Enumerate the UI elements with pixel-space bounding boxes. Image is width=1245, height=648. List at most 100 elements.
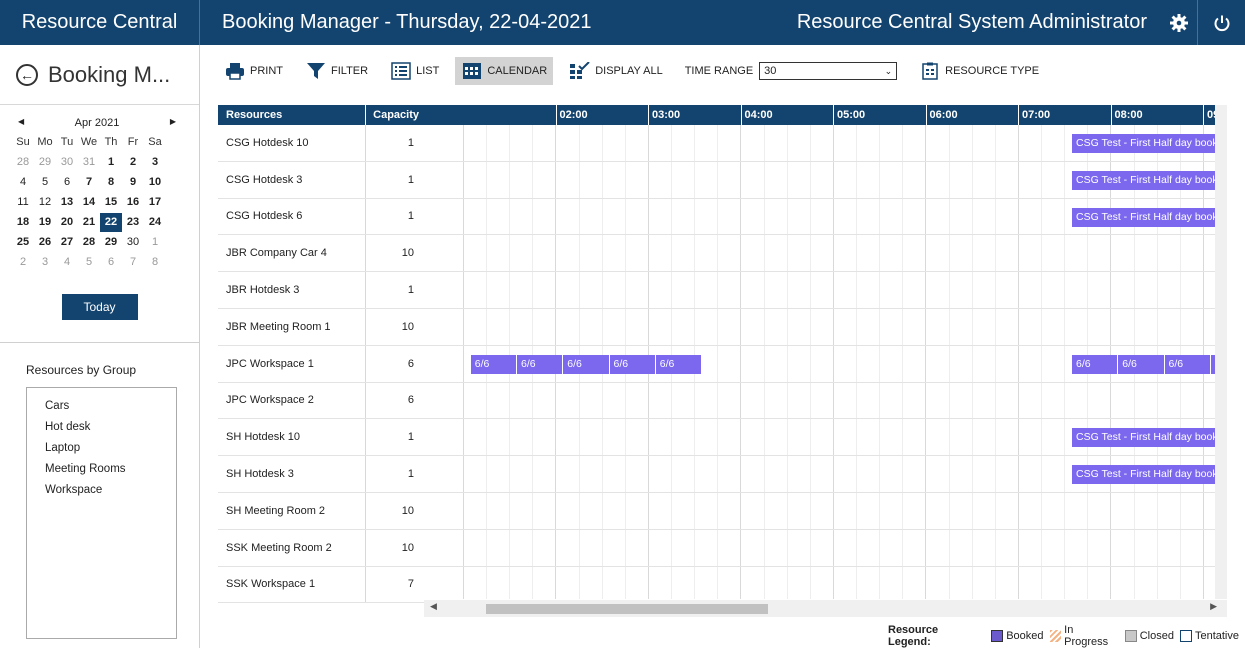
resource-capacity: 1 [407, 210, 414, 223]
calendar-day[interactable]: 28 [78, 233, 100, 252]
calendar-day[interactable]: 26 [34, 233, 56, 252]
calendar-day[interactable]: 24 [144, 213, 166, 232]
capacity-segment[interactable]: 6/6 [470, 354, 517, 374]
gear-icon[interactable] [1161, 0, 1197, 45]
calendar-day[interactable]: 5 [78, 253, 100, 272]
table-row[interactable]: SH Meeting Room 2 10 [218, 492, 424, 530]
table-row[interactable]: CSG Hotdesk 3 1 [218, 161, 424, 199]
calendar-day[interactable]: 8 [144, 253, 166, 272]
filter-button[interactable]: FILTER [299, 57, 374, 85]
capacity-segment[interactable]: 6/6 [1072, 354, 1119, 374]
capacity-segment[interactable]: 6/6 [1164, 354, 1211, 374]
back-arrow-icon[interactable]: ← [16, 63, 38, 86]
table-row[interactable]: SH Hotdesk 3 1 [218, 456, 424, 493]
table-row[interactable]: SSK Workspace 1 7 [218, 566, 424, 604]
group-item[interactable]: Workspace [45, 484, 158, 505]
app-title[interactable]: Resource Central [0, 0, 200, 45]
next-month-icon[interactable]: ▶ [170, 117, 176, 129]
back-row[interactable]: ← Booking M... [0, 45, 199, 105]
calendar-day[interactable]: 15 [100, 193, 122, 212]
resource-type-button[interactable]: RESOURCE TYPE [913, 57, 1045, 85]
calendar-day[interactable]: 20 [56, 213, 78, 232]
user-name[interactable]: Resource Central System Administrator [797, 11, 1161, 34]
calendar-day[interactable]: 1 [100, 153, 122, 172]
calendar-day[interactable]: 3 [144, 153, 166, 172]
scroll-left-icon[interactable]: ◀ [430, 601, 437, 612]
table-row[interactable]: JBR Hotdesk 3 1 [218, 272, 424, 309]
capacity-segment[interactable]: 6/6 [563, 354, 610, 374]
col-resources[interactable]: Resources [218, 105, 366, 125]
calendar-day[interactable]: 18 [12, 213, 34, 232]
calendar-day[interactable]: 14 [78, 193, 100, 212]
calendar-day[interactable]: 10 [144, 173, 166, 192]
calendar-day[interactable]: 6 [100, 253, 122, 272]
booking-block[interactable]: CSG Test - First Half day booking (+SH) [1072, 465, 1215, 485]
capacity-segment[interactable]: 6/6 [655, 354, 702, 374]
calendar-day[interactable]: 19 [34, 213, 56, 232]
booking-block[interactable]: CSG Test - First Half day booking (+SH) [1072, 207, 1215, 227]
list-button[interactable]: LIST [384, 57, 445, 85]
group-item[interactable]: Cars [45, 400, 158, 421]
calendar-day[interactable]: 30 [122, 233, 144, 252]
calendar-day[interactable]: 7 [78, 173, 100, 192]
calendar-day[interactable]: 3 [34, 253, 56, 272]
calendar-day[interactable]: 4 [12, 173, 34, 192]
today-button[interactable]: Today [61, 294, 138, 320]
table-row[interactable]: JBR Company Car 4 10 [218, 235, 424, 273]
table-row[interactable]: CSG Hotdesk 6 1 [218, 198, 424, 236]
calendar-day[interactable]: 2 [122, 153, 144, 172]
table-row[interactable]: JPC Workspace 2 6 [218, 382, 424, 420]
group-item[interactable]: Meeting Rooms [45, 463, 158, 484]
back-title: Booking M... [48, 61, 171, 87]
table-row[interactable]: CSG Hotdesk 10 1 [218, 125, 424, 162]
group-item[interactable]: Laptop [45, 442, 158, 463]
calendar-day[interactable]: 2 [12, 253, 34, 272]
calendar-day[interactable]: 16 [122, 193, 144, 212]
table-row[interactable]: JPC Workspace 1 6 [218, 345, 424, 383]
calendar-day[interactable]: 29 [34, 153, 56, 172]
list-icon [390, 61, 412, 81]
col-capacity[interactable]: Capacity [366, 109, 424, 121]
calendar-day[interactable]: 31 [78, 153, 100, 172]
print-button[interactable]: PRINT [218, 57, 289, 85]
time-range-select[interactable]: 30 ⌄ [759, 62, 898, 80]
booking-block[interactable]: CSG Test - First Half day booking (+SH) [1072, 428, 1215, 448]
calendar-day[interactable]: 4 [56, 253, 78, 272]
calendar-day[interactable]: 5 [34, 173, 56, 192]
calendar-day[interactable]: 27 [56, 233, 78, 252]
calendar-day[interactable]: 13 [56, 193, 78, 212]
table-row[interactable]: SH Hotdesk 10 1 [218, 419, 424, 457]
booking-block[interactable]: CSG Test - First Half day booking (+SH) [1072, 170, 1215, 190]
capacity-segment[interactable]: 6/6 [1118, 354, 1165, 374]
calendar-day[interactable]: 12 [34, 193, 56, 212]
calendar-day[interactable]: 6 [56, 173, 78, 192]
scroll-thumb[interactable] [486, 604, 768, 614]
calendar-day[interactable]: 23 [122, 213, 144, 232]
calendar-day[interactable]: 29 [100, 233, 122, 252]
hour-label: 02:00 [559, 109, 588, 121]
table-row[interactable]: JBR Meeting Room 1 10 [218, 308, 424, 346]
calendar-day[interactable]: 8 [100, 173, 122, 192]
calendar-day[interactable]: 25 [12, 233, 34, 252]
capacity-segment[interactable]: 6/6 [517, 354, 564, 374]
calendar-day[interactable]: 22 [100, 213, 122, 232]
calendar-day[interactable]: 1 [144, 233, 166, 252]
calendar-view-button[interactable]: CALENDAR [455, 57, 554, 85]
group-item[interactable]: Hot desk [45, 421, 158, 442]
calendar-day[interactable]: 11 [12, 193, 34, 212]
table-row[interactable]: SSK Meeting Room 2 10 [218, 529, 424, 567]
calendar-day[interactable]: 7 [122, 253, 144, 272]
booking-block[interactable]: CSG Test - First Half day booking (+SH) [1072, 134, 1215, 153]
calendar-day[interactable]: 17 [144, 193, 166, 212]
resource-name: SH Meeting Room 2 [218, 492, 366, 529]
calendar-day[interactable]: 9 [122, 173, 144, 192]
calendar-day[interactable]: 30 [56, 153, 78, 172]
display-all-button[interactable]: DISPLAY ALL [563, 57, 668, 85]
calendar-day[interactable]: 21 [78, 213, 100, 232]
scroll-right-icon[interactable]: ▶ [1210, 601, 1217, 612]
capacity-segment[interactable]: 6/6 [609, 354, 656, 374]
power-icon[interactable] [1197, 0, 1245, 45]
calendar-day[interactable]: 28 [12, 153, 34, 172]
prev-month-icon[interactable]: ◀ [18, 117, 24, 129]
horizontal-scrollbar[interactable]: ◀ ▶ [424, 600, 1227, 617]
